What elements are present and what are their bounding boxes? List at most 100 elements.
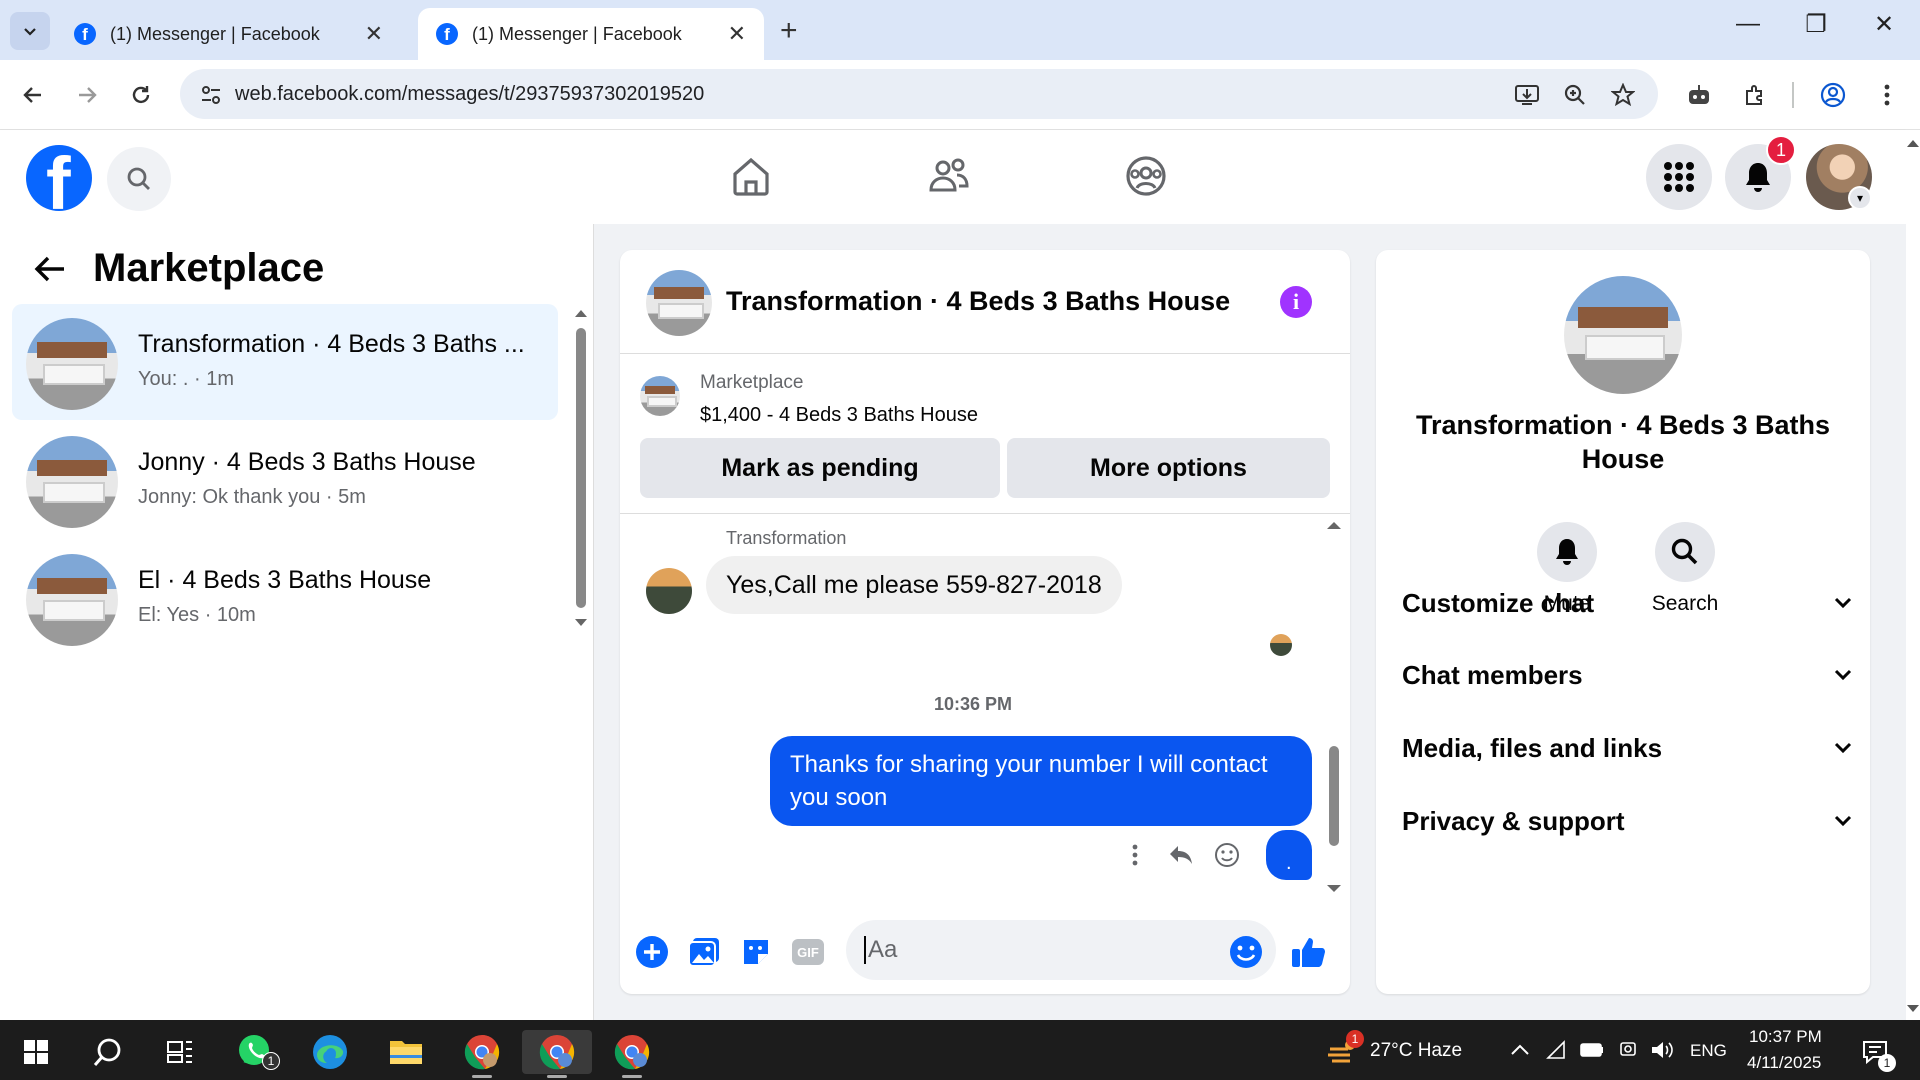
notification-center-icon[interactable]: 1 <box>1850 1030 1900 1074</box>
browser-tab-1[interactable]: f (1) Messenger | Facebook ✕ <box>56 8 401 60</box>
scroll-up-arrow-icon[interactable] <box>575 308 587 318</box>
conversation-list-scrollbar[interactable] <box>575 308 587 628</box>
emoji-icon[interactable] <box>1228 934 1264 970</box>
browser-tab-2[interactable]: f (1) Messenger | Facebook ✕ <box>418 8 764 60</box>
restore-button[interactable]: ❐ <box>1786 10 1846 39</box>
media-files-links-section[interactable]: Media, files and links <box>1402 723 1852 773</box>
back-button[interactable] <box>16 78 50 112</box>
more-options-button[interactable]: More options <box>1007 438 1330 498</box>
listing-category: Marketplace <box>700 372 804 393</box>
outgoing-message-small[interactable]: . <box>1266 830 1312 880</box>
scroll-down-arrow-icon[interactable] <box>1906 1004 1920 1014</box>
conversation-item[interactable]: Transformation · 4 Beds 3 Baths ... You:… <box>12 304 558 420</box>
scrollbar-thumb[interactable] <box>576 328 586 608</box>
sticker-icon[interactable] <box>738 934 774 970</box>
reply-icon[interactable] <box>1166 840 1196 870</box>
facebook-logo-letter: f <box>46 145 71 212</box>
scrollbar-thumb[interactable] <box>1329 746 1339 846</box>
chat-info-title: Transformation · 4 Beds 3 Baths House <box>1415 410 1831 474</box>
volume-icon[interactable] <box>1650 1040 1674 1060</box>
zoom-icon[interactable] <box>1560 80 1590 110</box>
photo-icon[interactable] <box>686 934 722 970</box>
scroll-down-arrow-icon[interactable] <box>1326 884 1342 894</box>
mark-as-pending-button[interactable]: Mark as pending <box>640 438 1000 498</box>
close-tab-icon[interactable]: ✕ <box>365 21 383 47</box>
incoming-message[interactable]: Yes,Call me please 559-827-2018 <box>706 556 1122 614</box>
weather-text[interactable]: 27°C Haze <box>1370 1040 1462 1062</box>
clock-date[interactable]: 4/11/2025 <box>1747 1053 1821 1073</box>
task-view-icon[interactable] <box>150 1030 210 1074</box>
chat-members-section[interactable]: Chat members <box>1402 650 1852 700</box>
windows-start-icon[interactable] <box>6 1030 66 1074</box>
conversation-item[interactable]: El · 4 Beds 3 Baths House El: Yes · 10m <box>12 540 558 656</box>
messenger-main: Marketplace Transformation · 4 Beds 3 Ba… <box>0 224 1906 1020</box>
reload-button[interactable] <box>124 78 158 112</box>
battery-icon[interactable] <box>1580 1043 1604 1057</box>
forward-button[interactable] <box>70 78 104 112</box>
new-tab-button[interactable]: + <box>780 14 798 48</box>
message-input[interactable]: Aa <box>846 920 1276 980</box>
weather-icon[interactable]: 1 <box>1318 1030 1368 1074</box>
chevron-down-icon[interactable]: ▾ <box>1848 186 1872 210</box>
facebook-logo[interactable]: f <box>26 145 92 211</box>
menu-button[interactable] <box>1646 144 1712 210</box>
react-emoji-icon[interactable] <box>1212 840 1242 870</box>
tab-search-button[interactable] <box>10 12 50 50</box>
info-icon[interactable]: i <box>1280 286 1312 318</box>
extensions-puzzle-icon[interactable] <box>1740 80 1770 110</box>
scroll-down-arrow-icon[interactable] <box>575 618 587 628</box>
friends-icon[interactable] <box>927 154 971 198</box>
privacy-support-section[interactable]: Privacy & support <box>1402 796 1852 846</box>
browser-menu-icon[interactable] <box>1872 80 1902 110</box>
message-input-placeholder: Aa <box>864 936 897 964</box>
address-bar[interactable]: web.facebook.com/messages/t/293759373020… <box>180 69 1658 119</box>
minimize-button[interactable]: — <box>1718 10 1778 38</box>
scroll-up-arrow-icon[interactable] <box>1906 138 1920 148</box>
whatsapp-icon[interactable]: 1 <box>226 1030 286 1074</box>
scroll-up-arrow-icon[interactable] <box>1326 520 1342 530</box>
install-app-icon[interactable] <box>1512 80 1542 110</box>
extension-robot-icon[interactable] <box>1684 80 1714 110</box>
facebook-search-button[interactable] <box>107 147 171 211</box>
home-icon[interactable] <box>729 154 773 198</box>
section-label: Customize chat <box>1402 587 1595 618</box>
plus-circle-icon[interactable] <box>634 934 670 970</box>
network-icon[interactable] <box>1618 1040 1638 1060</box>
language-indicator[interactable]: ENG <box>1690 1041 1727 1061</box>
section-label: Privacy & support <box>1402 805 1625 836</box>
file-explorer-icon[interactable] <box>376 1030 436 1074</box>
clock-time[interactable]: 10:37 PM <box>1749 1027 1822 1047</box>
wifi-icon[interactable] <box>1546 1040 1568 1060</box>
close-window-button[interactable]: ✕ <box>1854 10 1914 39</box>
conversation-list-panel: Marketplace Transformation · 4 Beds 3 Ba… <box>0 224 594 1020</box>
chrome-profile-3-icon[interactable] <box>602 1030 662 1078</box>
edge-browser-icon[interactable] <box>300 1030 360 1074</box>
conversation-item[interactable]: Jonny · 4 Beds 3 Baths House Jonny: Ok t… <box>12 422 558 538</box>
house-thumbnail <box>26 318 118 410</box>
gif-icon[interactable]: GIF <box>790 934 826 970</box>
bookmark-star-icon[interactable] <box>1608 80 1638 110</box>
outgoing-message[interactable]: Thanks for sharing your number I will co… <box>770 736 1312 826</box>
chevron-up-icon[interactable] <box>1510 1044 1530 1056</box>
listing-price-title[interactable]: $1,400 - 4 Beds 3 Baths House <box>700 404 978 427</box>
chat-avatar[interactable] <box>646 270 712 336</box>
chat-title[interactable]: Transformation · 4 Beds 3 Baths House <box>726 286 1230 317</box>
thumbs-up-icon[interactable] <box>1290 934 1326 970</box>
more-actions-icon[interactable] <box>1120 840 1150 870</box>
back-arrow-icon[interactable] <box>34 250 66 292</box>
message-scrollbar[interactable] <box>1326 514 1342 906</box>
customize-chat-section[interactable]: Customize chat <box>1402 578 1852 628</box>
weather-badge: 1 <box>1346 1030 1364 1048</box>
chrome-profile-1-icon[interactable] <box>452 1030 512 1078</box>
chat-info-avatar[interactable] <box>1564 276 1682 394</box>
profile-icon[interactable] <box>1818 80 1848 110</box>
notification-count-badge: 1 <box>1766 135 1796 165</box>
sender-avatar[interactable] <box>646 568 692 614</box>
listing-thumbnail[interactable] <box>640 376 680 416</box>
chrome-profile-2-icon[interactable] <box>522 1030 592 1078</box>
page-scrollbar[interactable] <box>1906 130 1920 1020</box>
close-tab-icon[interactable]: ✕ <box>728 21 746 47</box>
search-icon[interactable] <box>78 1030 138 1074</box>
groups-icon[interactable] <box>1124 154 1168 198</box>
site-settings-icon[interactable] <box>200 84 222 106</box>
